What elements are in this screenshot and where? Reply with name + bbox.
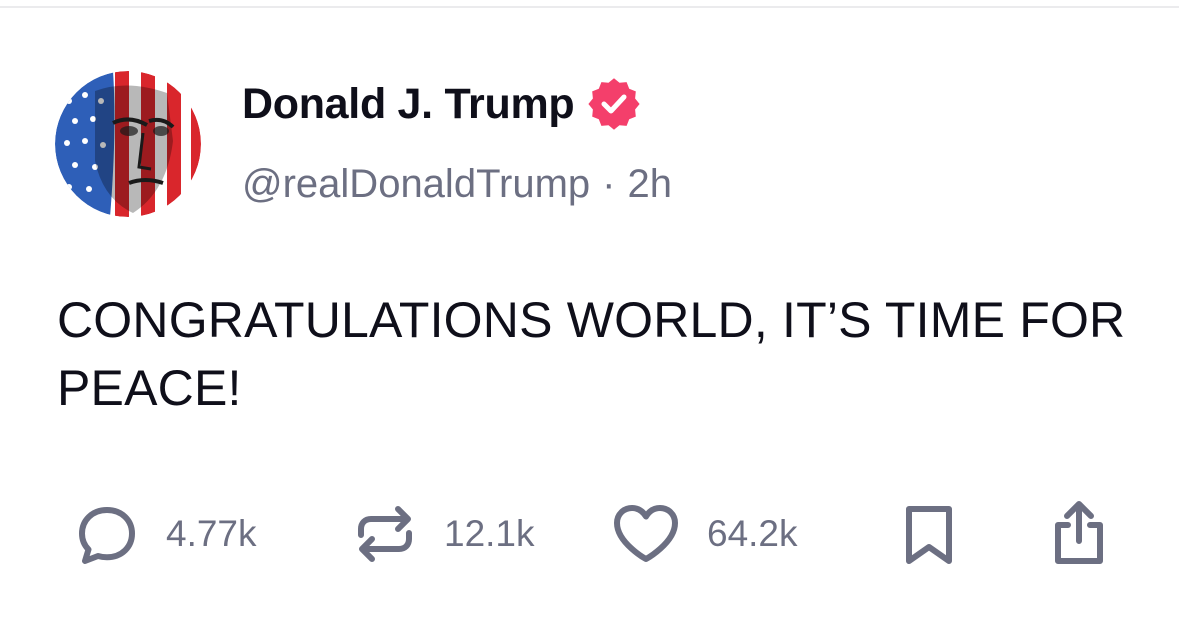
share-button[interactable] [1046,496,1112,572]
post-meta: @realDonaldTrump · 2h [242,162,672,207]
verified-badge-icon [588,78,640,130]
bookmark-icon [899,501,959,567]
post-timestamp[interactable]: 2h [627,162,672,207]
bookmark-button[interactable] [899,496,959,572]
author-avatar[interactable] [55,71,201,217]
reply-count: 4.77k [166,513,257,554]
reply-button[interactable]: 4.77k [74,496,257,572]
speech-bubble-icon [74,501,140,567]
author-handle[interactable]: @realDonaldTrump [242,162,590,207]
post-text: CONGRATULATIONS WORLD, IT’S TIME FOR PEA… [57,292,1126,416]
author-name-row: Donald J. Trump [242,76,640,132]
meta-separator: · [602,162,616,206]
post-card: Donald J. Trump @realDonaldTrump · 2h CO… [0,0,1179,632]
share-upload-icon [1046,499,1112,569]
retruth-count: 12.1k [444,513,535,554]
like-count: 64.2k [707,513,798,554]
retruth-button[interactable]: 12.1k [352,496,535,572]
post-actions-bar: 4.77k 12.1k 64.2k [0,496,1179,572]
heart-icon [611,501,681,567]
author-display-name[interactable]: Donald J. Trump [242,80,575,129]
repost-arrows-icon [352,501,418,567]
like-button[interactable]: 64.2k [611,496,798,572]
